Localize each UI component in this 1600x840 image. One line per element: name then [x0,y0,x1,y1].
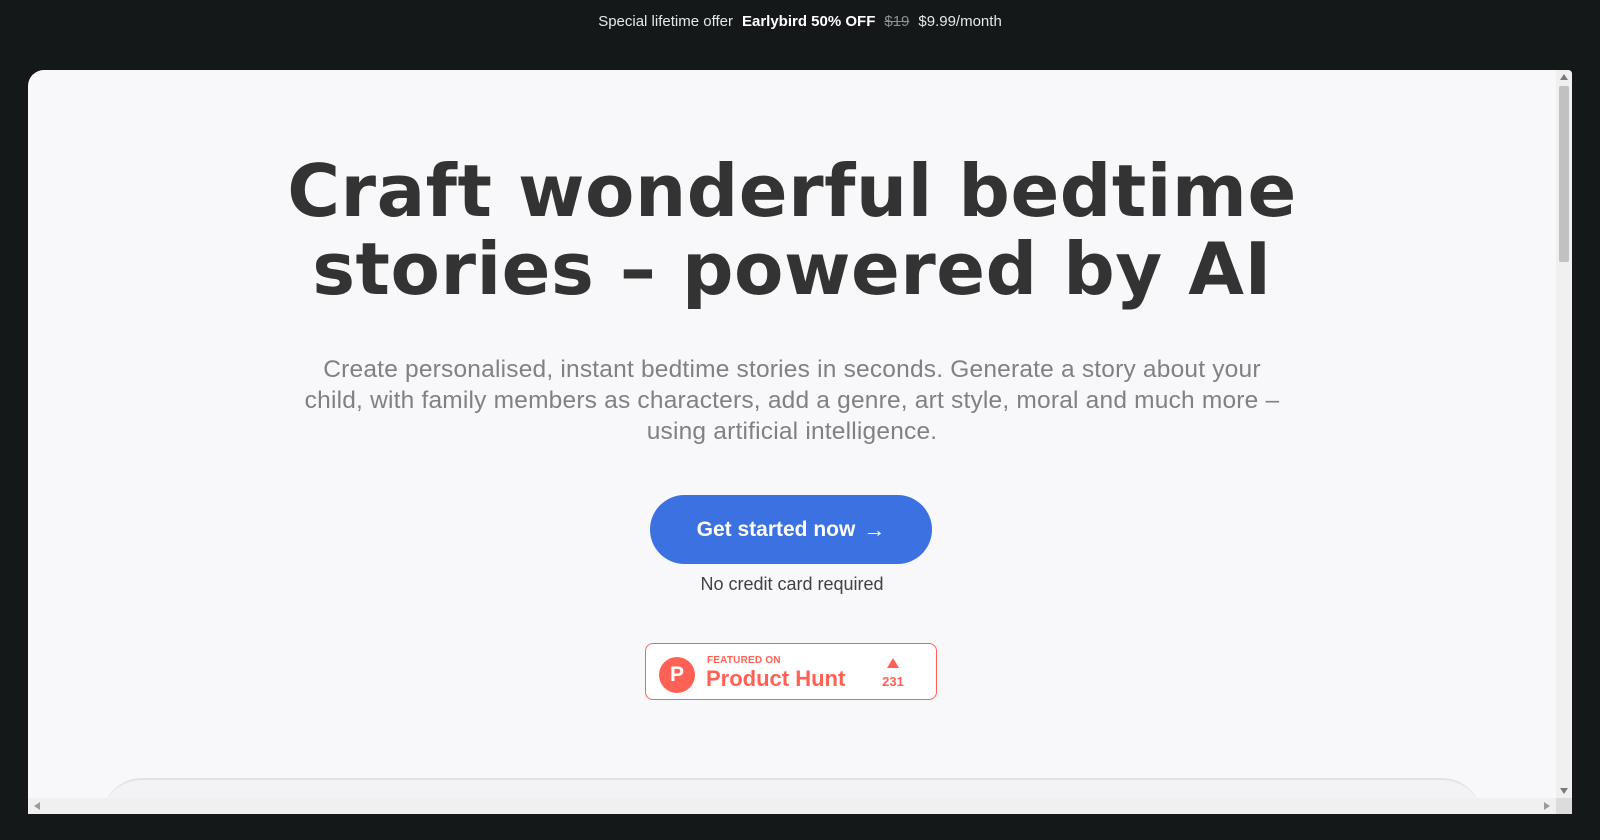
promo-offer: Earlybird 50% OFF [741,12,876,30]
upvote-triangle-icon [887,658,899,668]
scroll-left-arrow-icon[interactable] [34,802,40,810]
promo-bar: Special lifetime offer Earlybird 50% OFF… [0,0,1600,42]
promo-old-price: $19 [884,12,910,30]
scrollbar-corner [1556,798,1572,814]
horizontal-scrollbar[interactable] [28,798,1556,814]
product-hunt-name: Product Hunt [706,666,846,691]
product-hunt-featured-label: FEATURED ON [707,655,781,666]
hero-headline-line2: stories – powered by AI [312,227,1272,311]
get-started-label: Get started now [696,517,856,541]
browser-viewport: Craft wonderful bedtime stories – powere… [28,70,1572,814]
promo-new-price: $9.99/month [918,12,1002,30]
get-started-button[interactable]: Get started now → [650,495,932,564]
scroll-right-arrow-icon[interactable] [1544,802,1550,810]
scroll-up-arrow-icon[interactable] [1560,74,1568,80]
product-hunt-logo-icon: P [659,657,695,693]
promo-label: Special lifetime offer [598,12,733,30]
scroll-down-arrow-icon[interactable] [1560,788,1568,794]
vertical-scrollbar[interactable] [1556,70,1572,798]
product-hunt-upvote-count: 231 [882,674,904,689]
hero-headline: Craft wonderful bedtime stories – powere… [28,152,1556,308]
product-hunt-badge[interactable]: P FEATURED ON Product Hunt 231 [645,643,937,700]
next-section-edge [102,778,1482,798]
hero-subtitle: Create personalised, instant bedtime sto… [304,356,1280,445]
no-credit-card-note: No credit card required [700,574,884,594]
arrow-right-icon: → [863,516,886,542]
vertical-scroll-thumb[interactable] [1559,86,1569,262]
page-content: Craft wonderful bedtime stories – powere… [28,70,1556,798]
hero-headline-line1: Craft wonderful bedtime [287,149,1297,233]
